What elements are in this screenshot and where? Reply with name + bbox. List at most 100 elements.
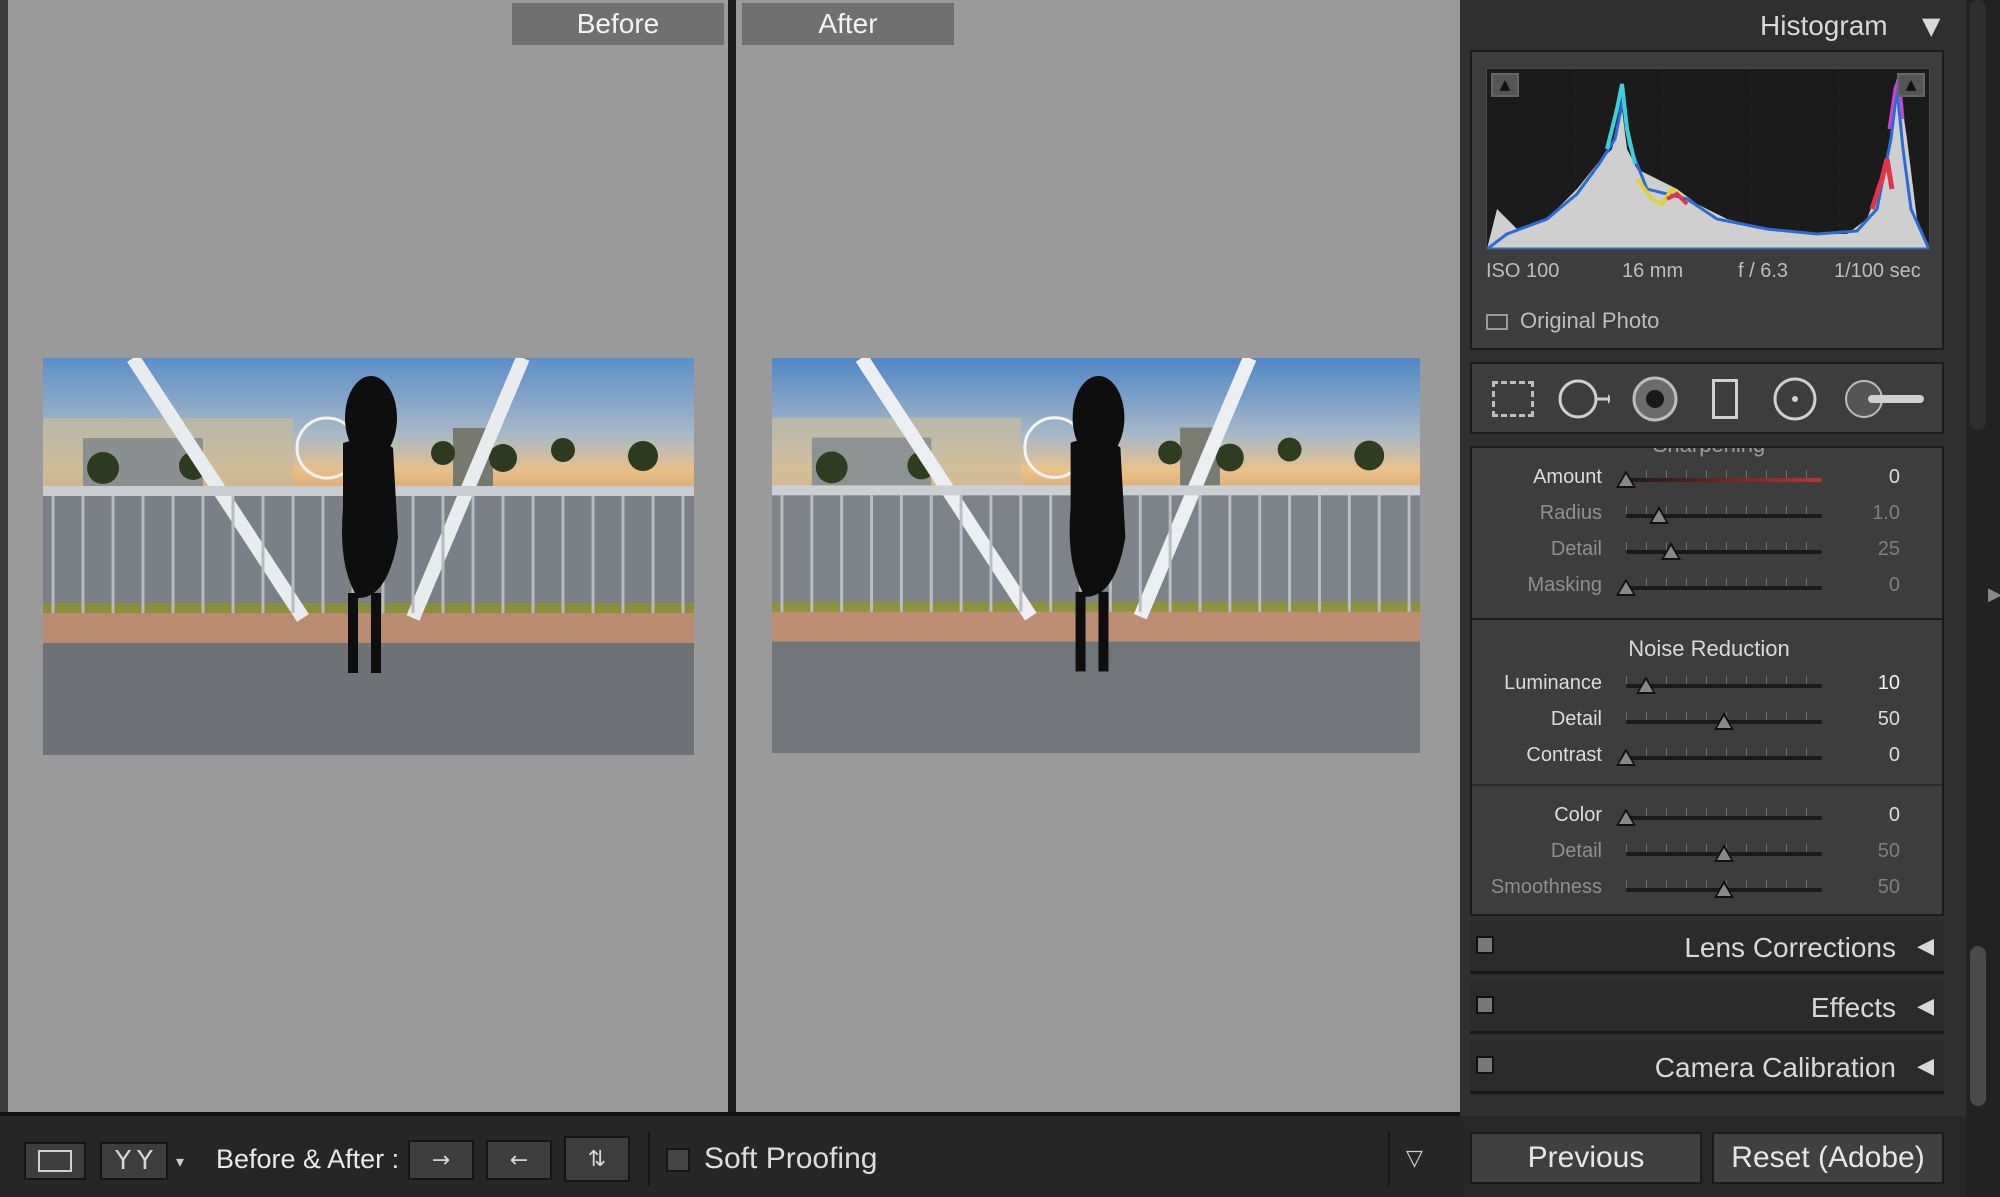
- nr-separator: [1472, 784, 1942, 786]
- slider-value[interactable]: 0: [1840, 574, 1900, 597]
- histogram-graph[interactable]: ▲ ▲: [1482, 68, 1932, 251]
- effects-toggle[interactable]: [1476, 996, 1494, 1014]
- focal-length-info: 16 mm: [1622, 260, 1684, 282]
- before-photo[interactable]: [43, 358, 694, 755]
- lens-corrections-panel[interactable]: Lens Corrections ◀: [1470, 920, 1944, 974]
- slider-label: Contrast: [1526, 744, 1602, 766]
- top-scroll-region: [1970, 0, 1986, 430]
- left-panel-edge: [0, 0, 8, 1197]
- copy-after-to-before-button[interactable]: ←: [486, 1140, 552, 1180]
- radial-filter-icon[interactable]: [1768, 372, 1822, 426]
- arrow-right-icon: →: [431, 1147, 451, 1173]
- slider-value[interactable]: 50: [1840, 840, 1900, 863]
- camera-calibration-toggle[interactable]: [1476, 1056, 1494, 1074]
- tool-strip: [1470, 362, 1944, 434]
- slider-value[interactable]: 25: [1840, 538, 1900, 561]
- aperture-info: f / 6.3: [1738, 260, 1789, 282]
- slider-track[interactable]: [1626, 586, 1822, 590]
- bottom-toolbar: Y Y ▾ Before & After : → ← ⇅ Soft Proofi…: [0, 1112, 1460, 1197]
- highlight-clipping-icon[interactable]: ▲: [1897, 73, 1925, 97]
- slider-thumb[interactable]: [1616, 578, 1636, 596]
- loupe-icon: [38, 1150, 72, 1172]
- toolbar-divider: [648, 1132, 650, 1186]
- soft-proofing-checkbox[interactable]: [666, 1148, 690, 1172]
- lens-corrections-toggle[interactable]: [1476, 936, 1494, 954]
- camera-calibration-expand-icon[interactable]: ◀: [1917, 1054, 1934, 1079]
- slider-value[interactable]: 50: [1840, 876, 1900, 899]
- swap-icon: ⇅: [587, 1146, 607, 1172]
- camera-calibration-panel[interactable]: Camera Calibration ◀: [1470, 1040, 1944, 1094]
- shadow-clipping-icon[interactable]: ▲: [1491, 73, 1519, 97]
- slider-row: Amount 0: [1472, 464, 1942, 494]
- histogram-panel: ▲ ▲ ISO 100 16 mm f / 6.3 1/100 sec Orig…: [1470, 50, 1944, 350]
- slider-thumb[interactable]: [1661, 542, 1681, 560]
- slider-value[interactable]: 0: [1840, 466, 1900, 489]
- copy-before-to-after-button[interactable]: →: [408, 1140, 474, 1180]
- slider-thumb[interactable]: [1616, 808, 1636, 826]
- view-dropdown-icon[interactable]: ▾: [176, 1152, 184, 1171]
- slider-thumb[interactable]: [1616, 470, 1636, 488]
- slider-label: Radius: [1539, 502, 1602, 524]
- yy-label-left: Y: [115, 1146, 131, 1176]
- right-panel-scrollbar-track: ▶: [1966, 0, 2000, 1197]
- slider-thumb[interactable]: [1714, 844, 1734, 862]
- slider-ticks: [1626, 808, 1822, 816]
- spot-removal-icon[interactable]: [1556, 372, 1610, 426]
- slider-value[interactable]: 1.0: [1840, 502, 1900, 525]
- slider-ticks: [1626, 470, 1822, 478]
- yy-label-right: Y: [137, 1146, 153, 1176]
- slider-track[interactable]: [1626, 756, 1822, 760]
- graduated-filter-icon[interactable]: [1698, 372, 1752, 426]
- adjustment-brush-icon[interactable]: [1842, 372, 1928, 426]
- slider-value[interactable]: 0: [1840, 744, 1900, 767]
- lens-corrections-title: Lens Corrections: [1684, 932, 1896, 963]
- swap-before-after-button[interactable]: ⇅: [564, 1136, 630, 1182]
- after-pane: After: [736, 0, 1460, 1112]
- slider-track[interactable]: [1626, 550, 1822, 554]
- slider-thumb[interactable]: [1649, 506, 1669, 524]
- slider-label: Detail: [1550, 708, 1602, 730]
- toolbar-menu-chevron-icon[interactable]: ▽: [1406, 1146, 1423, 1171]
- panel-toggle-arrow-icon[interactable]: ▶: [1988, 584, 2000, 605]
- red-eye-icon[interactable]: [1628, 372, 1682, 426]
- slider-thumb[interactable]: [1714, 880, 1734, 898]
- toolbar-divider-right: [1388, 1132, 1390, 1186]
- loupe-view-button[interactable]: [24, 1142, 86, 1180]
- effects-expand-icon[interactable]: ◀: [1917, 994, 1934, 1019]
- slider-label: Masking: [1527, 574, 1602, 596]
- slider-value[interactable]: 0: [1840, 804, 1900, 827]
- scrollbar-thumb[interactable]: [1970, 946, 1986, 1106]
- after-photo[interactable]: [772, 358, 1420, 753]
- slider-label: Detail: [1550, 840, 1602, 862]
- before-after-label: Before & After :: [216, 1144, 400, 1174]
- slider-row: Contrast 0: [1472, 742, 1942, 772]
- after-label: After: [742, 3, 954, 45]
- camera-calibration-title: Camera Calibration: [1654, 1052, 1896, 1083]
- arrow-left-icon: ←: [509, 1147, 529, 1173]
- before-after-view-button[interactable]: Y Y: [100, 1142, 168, 1180]
- slider-row: Detail 50: [1472, 706, 1942, 736]
- slider-value[interactable]: 10: [1840, 672, 1900, 695]
- slider-thumb[interactable]: [1636, 676, 1656, 694]
- slider-thumb[interactable]: [1616, 748, 1636, 766]
- slider-row: Radius 1.0: [1472, 500, 1942, 530]
- slider-label: Smoothness: [1490, 876, 1602, 898]
- slider-ticks: [1626, 748, 1822, 756]
- slider-label: Detail: [1550, 538, 1602, 560]
- lens-corrections-expand-icon[interactable]: ◀: [1917, 934, 1934, 959]
- before-label: Before: [512, 3, 724, 45]
- slider-ticks: [1626, 578, 1822, 586]
- previous-button[interactable]: Previous: [1470, 1132, 1702, 1184]
- histogram-collapse-icon[interactable]: ▼: [1922, 12, 1940, 40]
- develop-right-panel: Histogram ▼ ▲ ▲ ISO 100 16 mm f / 6.3 1/…: [1460, 0, 1966, 1197]
- original-photo-checkbox[interactable]: [1486, 314, 1508, 330]
- reset-button[interactable]: Reset (Adobe): [1712, 1132, 1944, 1184]
- crop-tool-icon[interactable]: [1486, 372, 1540, 426]
- slider-value[interactable]: 50: [1840, 708, 1900, 731]
- slider-track[interactable]: [1626, 478, 1822, 482]
- slider-track[interactable]: [1626, 816, 1822, 820]
- shutter-info: 1/100 sec: [1834, 260, 1921, 282]
- slider-thumb[interactable]: [1714, 712, 1734, 730]
- effects-panel[interactable]: Effects ◀: [1470, 980, 1944, 1034]
- slider-label: Amount: [1533, 466, 1602, 488]
